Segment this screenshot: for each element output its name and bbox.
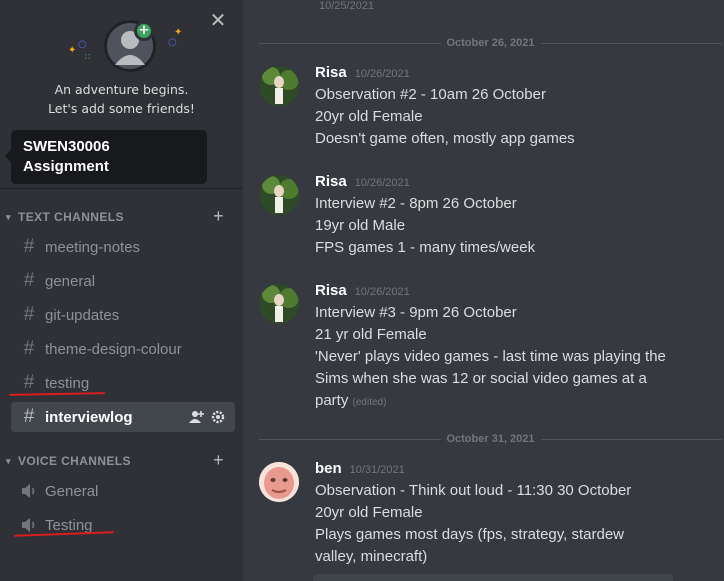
date-label: October 31, 2021	[440, 432, 541, 446]
message-line: 'Never' plays video games - last time wa…	[315, 348, 666, 365]
date-divider: October 31, 2021	[259, 432, 722, 446]
date-label: October 26, 2021	[440, 36, 541, 50]
channel-label: Testing	[45, 516, 93, 534]
hashtag-icon: #	[23, 304, 35, 325]
channel-theme-design-colour[interactable]: # theme-design-colour	[11, 334, 235, 364]
message-line-text: party	[315, 392, 349, 409]
message-list: 10/25/2021 October 26, 2021 Risa 10/26/2…	[243, 0, 724, 581]
message-line: party (edited)	[315, 390, 715, 414]
server-name-line-2: Assignment	[23, 158, 109, 175]
message-line: Interview #3 - 9pm 26 October	[315, 304, 517, 321]
message-timestamp: 10/26/2021	[354, 177, 410, 189]
message-line: Doesn't game often, mostly app games	[315, 130, 575, 147]
server-name-line-1: SWEN30006	[23, 138, 110, 155]
channel-label: testing	[45, 374, 90, 392]
hashtag-icon: #	[23, 270, 35, 291]
channel-actions	[189, 410, 225, 428]
chevron-down-icon: ▾	[6, 455, 11, 466]
message-content: Interview #3 - 9pm 26 October 21 yr old …	[315, 302, 715, 414]
hero-caption: An adventure begins. Let's add some frie…	[0, 80, 243, 118]
channel-interviewlog[interactable]: # interviewlog	[11, 402, 235, 432]
speaker-icon	[19, 517, 39, 533]
avatar[interactable]	[259, 462, 299, 502]
message-line: Sims when she was 12 or social video gam…	[315, 370, 647, 387]
gear-icon[interactable]	[211, 410, 225, 428]
voice-channel-general[interactable]: General	[11, 476, 235, 506]
date-divider: October 26, 2021	[259, 36, 722, 50]
channel-label: meeting-notes	[45, 238, 141, 256]
server-name-tooltip: SWEN30006 Assignment	[5, 130, 207, 184]
message-line: Observation #2 - 10am 26 October	[315, 86, 546, 103]
channel-label: theme-design-colour	[45, 340, 182, 358]
channel-label: git-updates	[45, 306, 120, 324]
add-channel-icon[interactable]: +	[213, 450, 224, 471]
divider	[0, 188, 243, 189]
close-icon[interactable]: ✕	[208, 10, 228, 30]
channel-general[interactable]: # general	[11, 266, 235, 296]
channel-label: General	[45, 482, 99, 500]
sparkle-icon: ○	[78, 39, 87, 50]
channel-sidebar: ✕ ✦ ○ :: ○ ✦ + An adventure begins. Let'…	[0, 0, 243, 581]
category-label: TEXT CHANNELS	[18, 210, 124, 224]
message-content: Interview #2 - 8pm 26 October 19yr old M…	[315, 193, 715, 259]
message-content: Observation #2 - 10am 26 October 20yr ol…	[315, 84, 715, 150]
message-timestamp: 10/25/2021	[319, 0, 375, 12]
message-content: Observation - Think out loud - 11:30 30 …	[315, 480, 715, 568]
message-line: Interview #2 - 8pm 26 October	[315, 195, 517, 212]
channel-label: interviewlog	[45, 408, 133, 426]
hero-line-1: An adventure begins.	[54, 82, 189, 97]
hashtag-icon: #	[23, 338, 35, 359]
avatar[interactable]	[259, 175, 299, 215]
sparkle-icon: ○	[168, 37, 177, 48]
message-input-edge[interactable]	[313, 574, 673, 581]
invite-user-icon[interactable]	[189, 410, 205, 428]
add-channel-icon[interactable]: +	[213, 206, 224, 227]
channel-meeting-notes[interactable]: # meeting-notes	[11, 232, 235, 262]
category-text-channels[interactable]: ▾ TEXT CHANNELS +	[6, 206, 228, 227]
category-voice-channels[interactable]: ▾ VOICE CHANNELS +	[6, 450, 228, 471]
add-friend-icon[interactable]: +	[134, 21, 154, 41]
message-line: valley, minecraft)	[315, 548, 428, 565]
message-line: Plays games most days (fps, strategy, st…	[315, 526, 625, 543]
message-author[interactable]: Risa	[315, 282, 347, 299]
message-line: Observation - Think out loud - 11:30 30 …	[315, 482, 632, 499]
edited-label: (edited)	[352, 397, 387, 408]
empty-friends-illustration: ✦ ○ :: ○ ✦	[60, 16, 190, 78]
sparkle-icon: ::	[84, 51, 91, 62]
channel-git-updates[interactable]: # git-updates	[11, 300, 235, 330]
message-line: 20yr old Female	[315, 504, 423, 521]
hashtag-icon: #	[23, 372, 35, 393]
speaker-icon	[19, 483, 39, 499]
hero-line-2: Let's add some friends!	[48, 101, 195, 116]
message-author[interactable]: ben	[315, 460, 342, 477]
message-author[interactable]: Risa	[315, 64, 347, 81]
avatar[interactable]	[259, 284, 299, 324]
message-timestamp: 10/26/2021	[354, 68, 410, 80]
hashtag-icon: #	[23, 406, 35, 427]
channel-label: general	[45, 272, 96, 290]
chevron-down-icon: ▾	[6, 211, 11, 222]
hashtag-icon: #	[23, 236, 35, 257]
message-line: FPS games 1 - many times/week	[315, 239, 536, 256]
message-line: 19yr old Male	[315, 217, 406, 234]
avatar[interactable]	[259, 66, 299, 106]
category-label: VOICE CHANNELS	[18, 454, 131, 468]
message-line: 21 yr old Female	[315, 326, 427, 343]
sparkle-icon: ✦	[174, 27, 183, 38]
sparkle-icon: ✦	[68, 45, 77, 56]
message-author[interactable]: Risa	[315, 173, 347, 190]
message-timestamp: 10/31/2021	[349, 464, 405, 476]
message-timestamp: 10/26/2021	[354, 286, 410, 298]
message-line: 20yr old Female	[315, 108, 423, 125]
